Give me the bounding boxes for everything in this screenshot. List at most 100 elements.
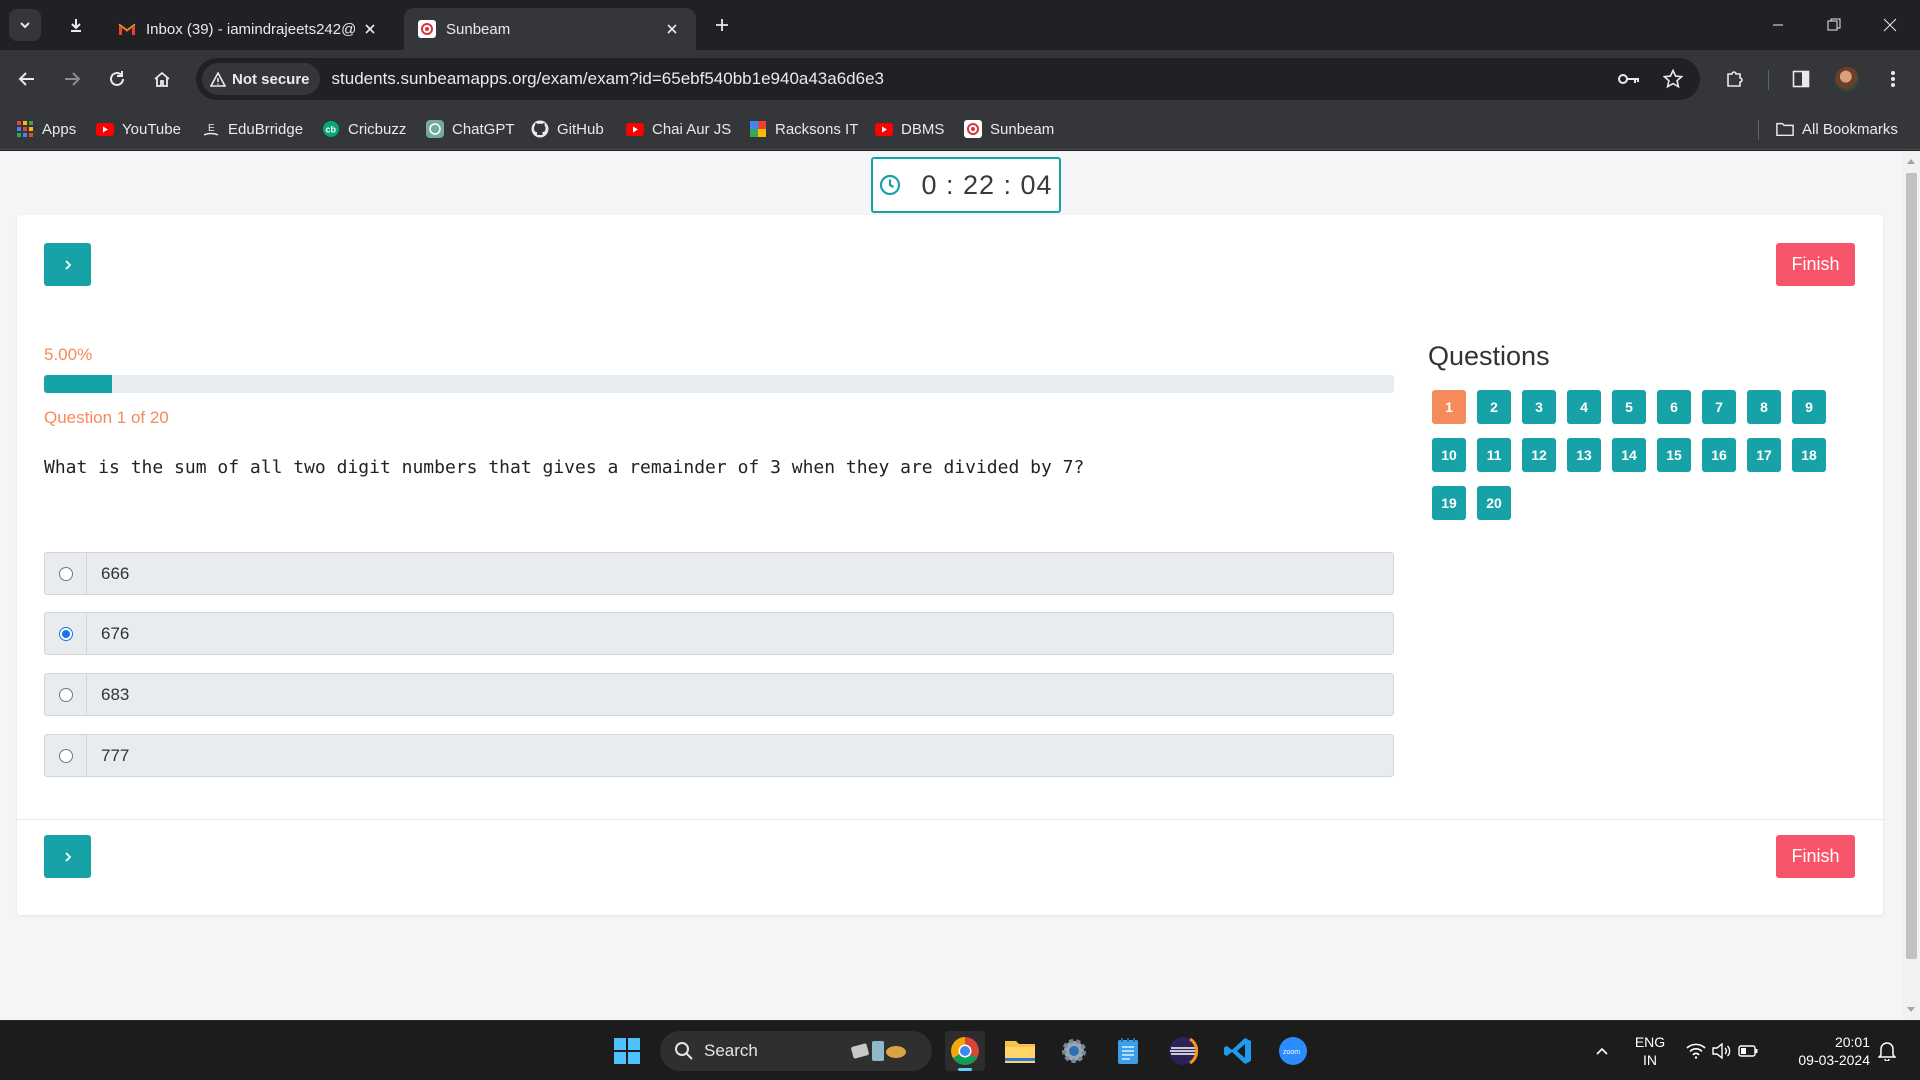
finish-button[interactable]: Finish bbox=[1776, 243, 1855, 286]
bookmark-chatgpt[interactable]: ChatGPT bbox=[426, 108, 515, 150]
option-2[interactable]: 676 bbox=[44, 612, 1394, 655]
option-1[interactable]: 666 bbox=[44, 552, 1394, 595]
extensions-button[interactable] bbox=[1718, 62, 1752, 96]
question-nav-button[interactable]: 10 bbox=[1432, 438, 1466, 472]
option-radio-cell[interactable] bbox=[45, 613, 87, 654]
security-chip[interactable]: Not secure bbox=[202, 63, 320, 95]
question-nav-button[interactable]: 19 bbox=[1432, 486, 1466, 520]
bookmark-star-button[interactable] bbox=[1656, 62, 1690, 96]
profile-button[interactable] bbox=[1830, 62, 1864, 96]
back-button[interactable] bbox=[10, 62, 44, 96]
chevron-down-icon bbox=[20, 22, 30, 29]
option-4[interactable]: 777 bbox=[44, 734, 1394, 777]
browser-menu-button[interactable] bbox=[1876, 62, 1910, 96]
question-nav-button[interactable]: 4 bbox=[1567, 390, 1601, 424]
question-nav-button[interactable]: 11 bbox=[1477, 438, 1511, 472]
taskbar-notepad[interactable] bbox=[1108, 1031, 1148, 1071]
question-nav-button[interactable]: 5 bbox=[1612, 390, 1646, 424]
scroll-up-arrow-icon[interactable] bbox=[1907, 159, 1915, 164]
close-icon[interactable] bbox=[662, 19, 682, 39]
taskbar-file-explorer[interactable] bbox=[1000, 1031, 1040, 1071]
progress-bar-fill bbox=[44, 375, 112, 393]
taskbar-chrome[interactable] bbox=[945, 1031, 985, 1071]
forward-button[interactable] bbox=[55, 62, 89, 96]
close-icon[interactable] bbox=[360, 19, 380, 39]
radio-button[interactable] bbox=[58, 748, 73, 763]
next-question-button[interactable] bbox=[44, 243, 91, 286]
all-bookmarks-button[interactable]: All Bookmarks bbox=[1776, 108, 1898, 150]
bookmark-sunbeam[interactable]: Sunbeam bbox=[964, 108, 1054, 150]
tab-sunbeam[interactable]: Sunbeam bbox=[404, 8, 696, 50]
taskbar-settings[interactable] bbox=[1054, 1031, 1094, 1071]
question-nav-button[interactable]: 14 bbox=[1612, 438, 1646, 472]
security-label: Not secure bbox=[232, 70, 310, 88]
home-button[interactable] bbox=[145, 62, 179, 96]
chatgpt-icon bbox=[426, 120, 444, 138]
question-nav-button[interactable]: 16 bbox=[1702, 438, 1736, 472]
finish-button-bottom[interactable]: Finish bbox=[1776, 835, 1855, 878]
radio-button[interactable] bbox=[58, 687, 73, 702]
close-window-button[interactable] bbox=[1862, 0, 1918, 50]
question-nav-button[interactable]: 13 bbox=[1567, 438, 1601, 472]
page-scrollbar[interactable] bbox=[1903, 151, 1920, 1020]
taskbar-vscode[interactable] bbox=[1218, 1031, 1258, 1071]
notifications-button[interactable] bbox=[1872, 1031, 1902, 1071]
taskbar-search[interactable]: Search bbox=[660, 1031, 932, 1071]
bookmark-apps[interactable]: Apps bbox=[16, 108, 76, 150]
quick-settings-button[interactable] bbox=[1680, 1031, 1764, 1071]
question-nav-button[interactable]: 15 bbox=[1657, 438, 1691, 472]
option-radio-cell[interactable] bbox=[45, 553, 87, 594]
question-nav-button[interactable]: 8 bbox=[1747, 390, 1781, 424]
clock-date: 09-03-2024 bbox=[1798, 1052, 1870, 1068]
bookmark-github[interactable]: GitHub bbox=[531, 108, 604, 150]
question-nav-button[interactable]: 6 bbox=[1657, 390, 1691, 424]
language-indicator[interactable]: ENG IN bbox=[1630, 1033, 1670, 1069]
bookmark-youtube[interactable]: YouTube bbox=[96, 108, 181, 150]
chevron-right-icon bbox=[64, 259, 71, 270]
clock[interactable]: 20:01 09-03-2024 bbox=[1778, 1033, 1870, 1069]
question-nav-button[interactable]: 9 bbox=[1792, 390, 1826, 424]
tab-search-button[interactable] bbox=[9, 9, 41, 41]
question-nav-button[interactable]: 3 bbox=[1522, 390, 1556, 424]
url-text[interactable]: students.sunbeamapps.org/exam/exam?id=65… bbox=[332, 69, 1612, 89]
bookmark-chai-aur-js[interactable]: Chai Aur JS bbox=[626, 108, 731, 150]
question-nav-button[interactable]: 17 bbox=[1747, 438, 1781, 472]
side-panel-button[interactable] bbox=[1784, 62, 1818, 96]
question-counter: Question 1 of 20 bbox=[44, 408, 169, 427]
bookmark-dbms[interactable]: DBMS bbox=[875, 108, 944, 150]
bookmark-cricbuzz[interactable]: cb Cricbuzz bbox=[322, 108, 406, 150]
reload-button[interactable] bbox=[100, 62, 134, 96]
minimize-button[interactable] bbox=[1750, 0, 1806, 50]
question-nav-button[interactable]: 1 bbox=[1432, 390, 1466, 424]
tab-gmail[interactable]: Inbox (39) - iamindrajeets242@ bbox=[104, 8, 394, 50]
taskbar-zoom[interactable]: zoom bbox=[1273, 1031, 1313, 1071]
close-icon bbox=[1883, 18, 1897, 32]
next-question-button-bottom[interactable] bbox=[44, 835, 91, 878]
taskbar-eclipse[interactable] bbox=[1163, 1031, 1203, 1071]
option-radio-cell[interactable] bbox=[45, 674, 87, 715]
restore-button[interactable] bbox=[1806, 0, 1862, 50]
show-hidden-icons-button[interactable] bbox=[1582, 1031, 1622, 1071]
question-nav-button[interactable]: 20 bbox=[1477, 486, 1511, 520]
start-button[interactable] bbox=[607, 1031, 647, 1071]
question-nav-button[interactable]: 18 bbox=[1792, 438, 1826, 472]
option-3[interactable]: 683 bbox=[44, 673, 1394, 716]
card-divider bbox=[17, 819, 1883, 820]
question-nav-button[interactable]: 2 bbox=[1477, 390, 1511, 424]
scroll-down-arrow-icon[interactable] bbox=[1907, 1007, 1915, 1012]
downloads-button[interactable] bbox=[60, 9, 92, 41]
question-nav-button[interactable]: 12 bbox=[1522, 438, 1556, 472]
radio-button[interactable] bbox=[58, 566, 73, 581]
download-icon bbox=[71, 19, 81, 32]
password-key-button[interactable] bbox=[1612, 62, 1646, 96]
question-nav-button[interactable]: 7 bbox=[1702, 390, 1736, 424]
radio-button[interactable] bbox=[58, 626, 73, 641]
bookmark-racksons-it[interactable]: Racksons IT bbox=[749, 108, 858, 150]
scrollbar-thumb[interactable] bbox=[1906, 173, 1917, 959]
option-radio-cell[interactable] bbox=[45, 735, 87, 776]
bookmark-edubridge[interactable]: E EduBrridge bbox=[202, 108, 303, 150]
address-bar[interactable]: Not secure students.sunbeamapps.org/exam… bbox=[196, 58, 1700, 100]
notepad-icon bbox=[1118, 1038, 1138, 1064]
wifi-icon bbox=[1686, 1043, 1706, 1059]
new-tab-button[interactable] bbox=[706, 9, 738, 41]
